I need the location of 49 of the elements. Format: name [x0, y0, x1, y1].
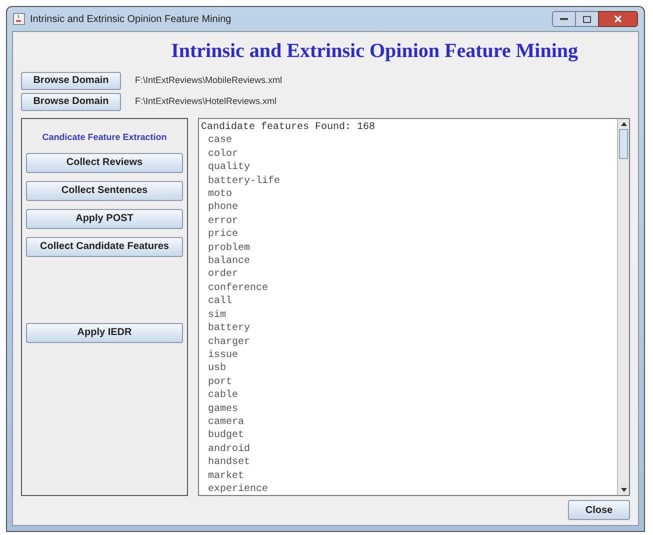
- maximize-icon: [583, 16, 591, 22]
- feature-line: port: [207, 376, 234, 390]
- feature-line: sim: [207, 308, 228, 322]
- feature-line: order: [207, 268, 240, 282]
- feature-line: price: [207, 228, 240, 242]
- window-title: Intrinsic and Extrinsic Opinion Feature Mining: [30, 12, 232, 26]
- feature-line: battery-life: [207, 174, 282, 188]
- file-path: F:\IntExtReviews\HotelReviews.xml: [135, 94, 277, 108]
- minimize-icon: [560, 18, 568, 20]
- scrollbar[interactable]: [617, 119, 629, 495]
- feature-line: error: [207, 214, 240, 228]
- scroll-thumb[interactable]: [619, 129, 628, 159]
- feature-line: conference: [207, 282, 270, 296]
- feature-line: quality: [207, 161, 252, 175]
- feature-line: issue: [207, 348, 240, 362]
- step-button[interactable]: Collect Reviews: [26, 152, 183, 172]
- panel-title: Candicate Feature Extraction: [42, 131, 167, 144]
- feature-line: case: [207, 134, 234, 148]
- feature-line: games: [207, 402, 240, 416]
- feature-line: experience: [207, 482, 270, 495]
- close-icon: [614, 15, 622, 23]
- apply-iedr-button[interactable]: Apply IEDR: [26, 322, 183, 342]
- feature-line: cable: [207, 389, 240, 403]
- feature-line: camera: [207, 416, 246, 430]
- close-window-button[interactable]: [598, 11, 638, 27]
- feature-line: balance: [207, 255, 252, 268]
- step-button[interactable]: Collect Candidate Features: [26, 236, 183, 256]
- feature-line: android: [207, 442, 252, 456]
- feature-line: usb: [207, 362, 228, 376]
- browse-domain-button[interactable]: Browse Domain: [21, 92, 121, 110]
- result-header: Candidate features Found: 168: [201, 121, 376, 134]
- feature-line: battery: [207, 322, 252, 336]
- feature-line: color: [207, 148, 240, 162]
- feature-line: problem: [207, 242, 252, 256]
- step-button[interactable]: Apply POST: [26, 208, 183, 228]
- feature-line: handset: [207, 456, 252, 470]
- feature-line: charger: [207, 336, 252, 349]
- feature-line: market: [207, 470, 246, 483]
- file-path: F:\IntExtReviews\MobileReviews.xml: [135, 74, 282, 87]
- app-heading: Intrinsic and Extrinsic Opinion Feature Mining: [171, 39, 578, 64]
- feature-line: call: [207, 295, 234, 309]
- maximize-button[interactable]: [576, 11, 598, 27]
- browse-domain-button[interactable]: Browse Domain: [21, 72, 121, 90]
- feature-line: budget: [207, 429, 246, 443]
- close-button[interactable]: Close: [568, 500, 630, 520]
- feature-line: moto: [207, 188, 234, 202]
- feature-line: phone: [207, 201, 240, 215]
- minimize-button[interactable]: [552, 11, 576, 27]
- step-button[interactable]: Collect Sentences: [26, 180, 183, 200]
